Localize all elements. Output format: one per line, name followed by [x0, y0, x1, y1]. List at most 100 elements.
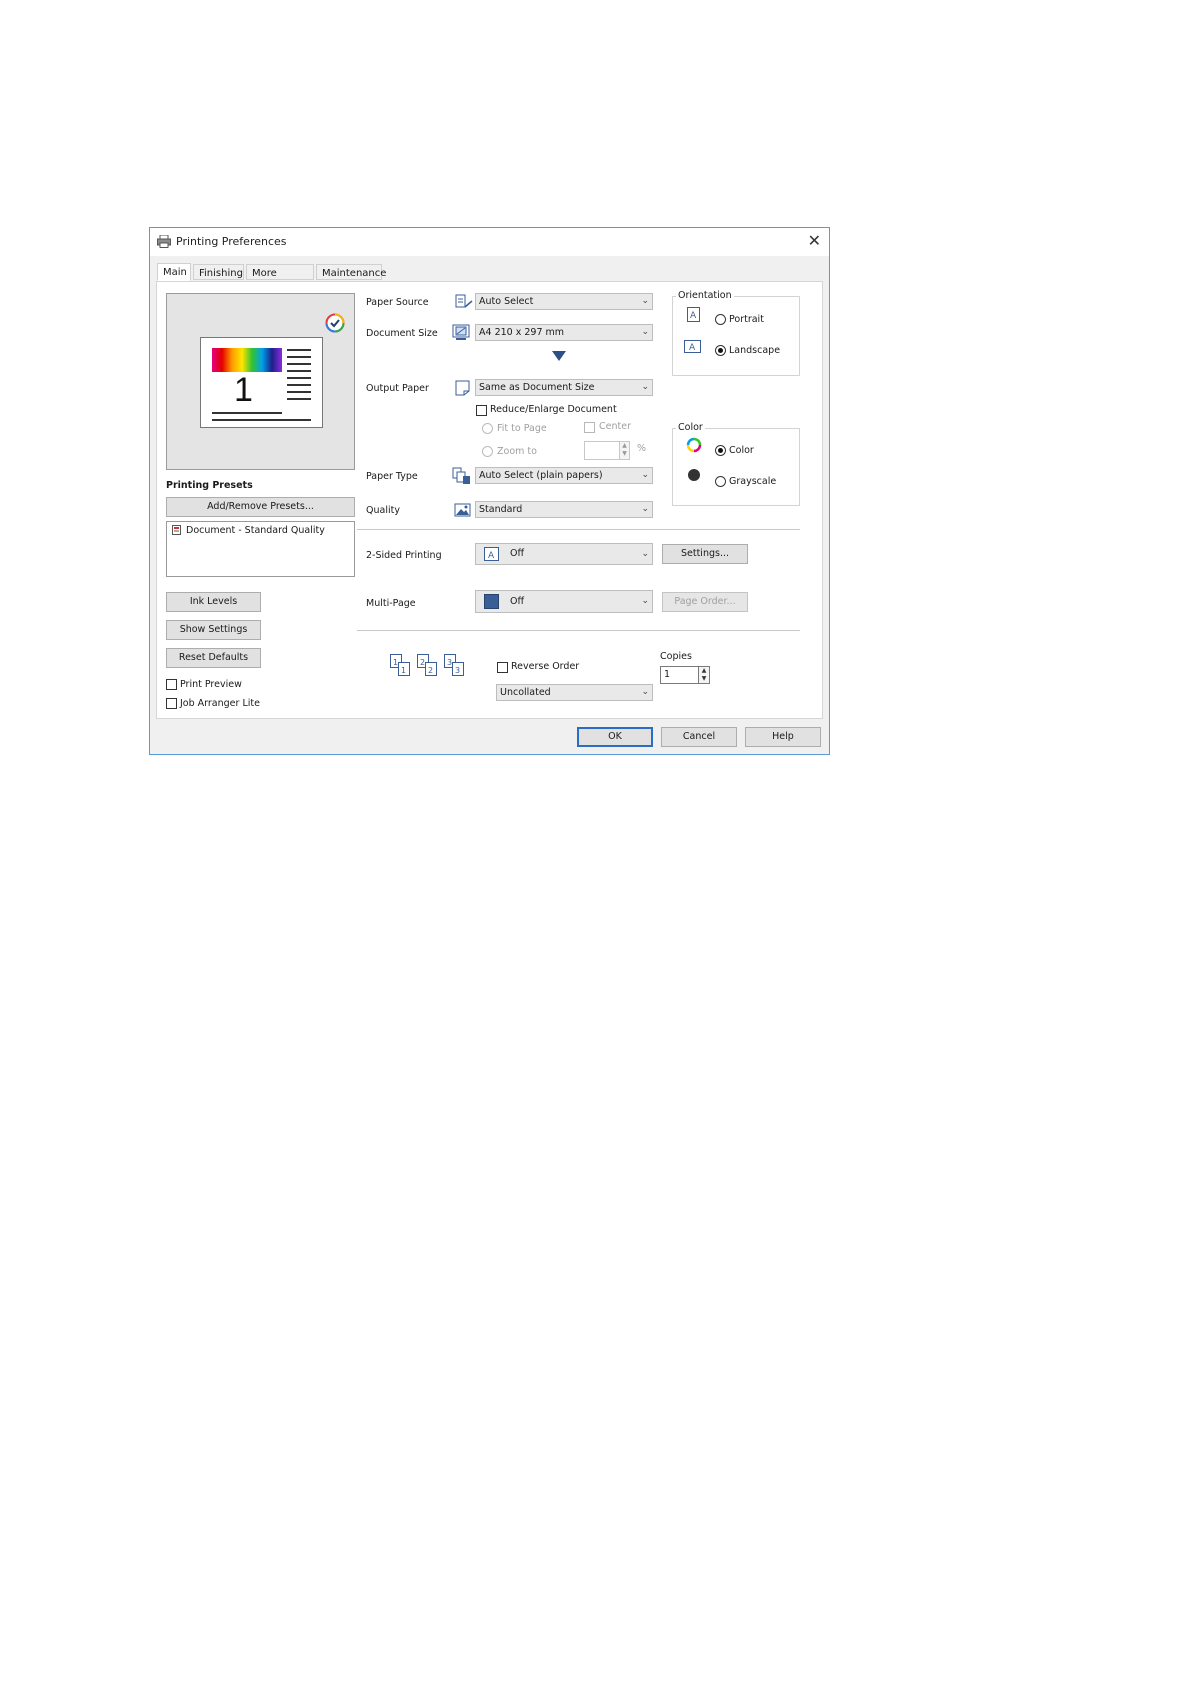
add-remove-presets-button[interactable]: Add/Remove Presets...	[166, 497, 355, 517]
svg-text:2: 2	[428, 666, 433, 675]
color-title: Color	[676, 422, 705, 433]
triangle-down-icon	[552, 351, 566, 364]
chevron-down-icon: ⌄	[641, 382, 649, 392]
document-size-label: Document Size	[366, 328, 438, 339]
print-preview-label: Print Preview	[180, 679, 242, 690]
title-bar: Printing Preferences ✕	[150, 228, 829, 256]
paper-source-select[interactable]: Auto Select ⌄	[475, 293, 653, 310]
paper-source-icon	[454, 293, 474, 314]
show-settings-button[interactable]: Show Settings	[166, 620, 261, 640]
ok-button[interactable]: OK	[577, 727, 653, 747]
quality-icon	[454, 501, 472, 522]
multi-page-select[interactable]: Off ⌄	[475, 590, 653, 613]
chevron-down-icon: ⌄	[641, 549, 649, 559]
tab-maintenance[interactable]: Maintenance	[316, 264, 386, 280]
two-sided-value: Off	[510, 548, 525, 559]
two-sided-label: 2-Sided Printing	[366, 550, 442, 561]
presets-list[interactable]: Document - Standard Quality	[166, 521, 355, 577]
document-size-icon	[452, 324, 472, 345]
tab-main[interactable]: Main	[157, 263, 191, 281]
preview-page-number: 1	[234, 371, 253, 409]
portrait-label: Portrait	[729, 314, 764, 325]
color-label: Color	[729, 445, 754, 456]
grayscale-icon	[687, 468, 701, 485]
paper-type-value: Auto Select (plain papers)	[479, 470, 603, 481]
center-checkbox[interactable]	[584, 422, 595, 433]
reverse-order-checkbox[interactable]	[497, 662, 508, 673]
portrait-icon: A	[687, 307, 700, 325]
help-button[interactable]: Help	[745, 727, 821, 747]
color-bar-graphic	[212, 348, 282, 372]
multi-page-value: Off	[510, 596, 525, 607]
quality-select[interactable]: Standard ⌄	[475, 501, 653, 518]
collate-pages-icon: 1 1 2 2 3 3	[390, 654, 472, 681]
svg-text:1: 1	[401, 666, 406, 675]
separator	[357, 630, 800, 631]
color-ring-icon	[686, 437, 702, 456]
list-item[interactable]: Document - Standard Quality	[172, 525, 347, 538]
two-sided-select[interactable]: A Off ⌄	[475, 543, 653, 565]
percent-label: %	[637, 443, 647, 454]
ink-levels-button[interactable]: Ink Levels	[166, 592, 261, 612]
zoom-spinner[interactable]: ▲ ▼	[619, 441, 630, 460]
orientation-title: Orientation	[676, 290, 734, 301]
zoom-percent-input[interactable]	[584, 441, 620, 460]
job-arranger-checkbox[interactable]	[166, 698, 177, 709]
zoom-to-radio[interactable]	[482, 446, 493, 457]
reduce-enlarge-checkbox[interactable]	[476, 405, 487, 416]
grayscale-radio[interactable]	[715, 476, 726, 487]
svg-text:A: A	[689, 343, 696, 353]
output-paper-select[interactable]: Same as Document Size ⌄	[475, 379, 653, 396]
multi-page-icon	[484, 594, 499, 617]
cancel-button[interactable]: Cancel	[661, 727, 737, 747]
svg-text:3: 3	[455, 666, 460, 675]
printer-icon	[157, 234, 171, 251]
reverse-order-label: Reverse Order	[511, 661, 580, 672]
print-preview-checkbox[interactable]	[166, 679, 177, 690]
two-sided-settings-button[interactable]: Settings...	[662, 544, 748, 564]
text-lines-graphic	[287, 349, 311, 400]
copies-spinner[interactable]: ▲ ▼	[698, 666, 710, 684]
multi-page-label: Multi-Page	[366, 598, 416, 609]
output-paper-label: Output Paper	[366, 383, 429, 394]
svg-text:A: A	[488, 551, 495, 561]
text-underline-graphic	[212, 412, 282, 414]
tab-finishing[interactable]: Finishing	[193, 264, 244, 280]
svg-text:2: 2	[420, 658, 425, 667]
output-paper-icon	[454, 379, 472, 400]
svg-text:1: 1	[393, 658, 398, 667]
copies-input[interactable]: 1	[660, 666, 699, 684]
collate-select[interactable]: Uncollated ⌄	[496, 684, 653, 701]
main-tab-panel: 1 Printing Presets Add/Remove Presets...	[156, 281, 823, 719]
svg-text:A: A	[690, 311, 697, 321]
chevron-down-icon: ⌄	[641, 504, 649, 514]
quality-value: Standard	[479, 504, 523, 515]
tab-more-options[interactable]: More Options	[246, 264, 314, 294]
portrait-radio[interactable]	[715, 314, 726, 325]
output-paper-value: Same as Document Size	[479, 382, 595, 393]
chevron-down-icon: ⌄	[641, 596, 649, 606]
color-radio[interactable]	[715, 445, 726, 456]
fit-to-page-label: Fit to Page	[497, 423, 547, 434]
chevron-down-icon: ⌄	[641, 470, 649, 480]
copies-value: 1	[664, 669, 671, 680]
landscape-radio[interactable]	[715, 345, 726, 356]
document-size-value: A4 210 x 297 mm	[479, 327, 565, 338]
job-arranger-label: Job Arranger Lite	[180, 698, 260, 709]
reset-defaults-button[interactable]: Reset Defaults	[166, 648, 261, 668]
document-size-select[interactable]: A4 210 x 297 mm ⌄	[475, 324, 653, 341]
preset-label: Document - Standard Quality	[186, 525, 325, 536]
chevron-down-icon: ⌄	[641, 327, 649, 337]
close-icon[interactable]: ✕	[808, 231, 821, 251]
document-icon	[172, 525, 181, 538]
page-order-button[interactable]: Page Order...	[662, 592, 748, 612]
paper-type-label: Paper Type	[366, 471, 418, 482]
zoom-to-label: Zoom to	[497, 446, 537, 457]
reduce-enlarge-label: Reduce/Enlarge Document	[490, 404, 617, 415]
check-circle-icon	[325, 313, 345, 336]
window-title: Printing Preferences	[176, 235, 287, 248]
copies-label: Copies	[660, 651, 692, 662]
paper-type-select[interactable]: Auto Select (plain papers) ⌄	[475, 467, 653, 484]
preview-page: 1	[200, 337, 323, 428]
fit-to-page-radio[interactable]	[482, 423, 493, 434]
